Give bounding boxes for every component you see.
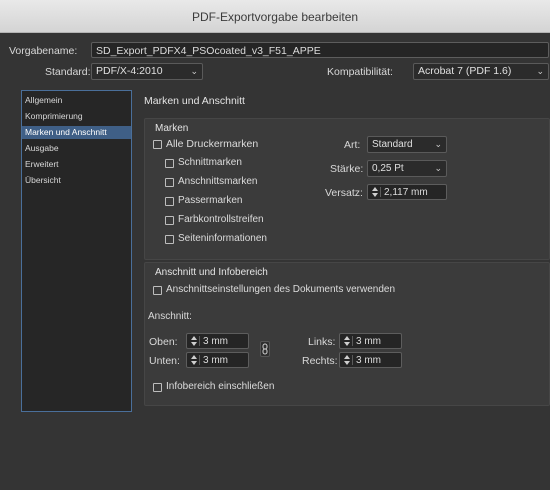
bleed-right-value: 3 mm — [356, 355, 381, 366]
stepper-divider — [199, 336, 200, 346]
include-slug-label: Infobereich einschließen — [166, 381, 275, 392]
registration-marks-label: Passermarken — [178, 195, 243, 206]
color-bars-label: Farbkontrollstreifen — [178, 214, 264, 225]
page-info-label: Seiteninformationen — [178, 233, 267, 244]
mark-type-label: Art: — [344, 139, 361, 151]
standard-label: Standard: — [45, 66, 91, 78]
compatibility-label: Kompatibilität: — [327, 66, 393, 78]
bleed-marks-label: Anschnittsmarken — [178, 176, 258, 187]
mark-weight-label: Stärke: — [330, 163, 364, 175]
mark-weight-select[interactable]: 0,25 Pt ⌄ — [367, 160, 447, 177]
page-info-checkbox[interactable] — [165, 235, 174, 244]
stepper-divider — [352, 336, 353, 346]
chevron-down-icon: ⌄ — [434, 139, 442, 149]
color-bars-checkbox[interactable] — [165, 216, 174, 225]
stepper-arrows-icon[interactable] — [190, 355, 198, 365]
preset-name-input[interactable]: SD_Export_PDFX4_PSOcoated_v3_F51_APPE — [91, 42, 549, 58]
use-document-bleed-checkbox[interactable] — [153, 286, 162, 295]
use-document-bleed-label: Anschnittseinstellungen des Dokuments ve… — [166, 284, 396, 295]
bleed-right-stepper[interactable]: 3 mm — [339, 352, 402, 368]
registration-marks-checkbox[interactable] — [165, 197, 174, 206]
sidebar-item-ausgabe[interactable]: Ausgabe — [22, 142, 131, 155]
bleed-top-label: Oben: — [149, 336, 178, 348]
bleed-left-value: 3 mm — [356, 336, 381, 347]
preset-name-label: Vorgabename: — [9, 45, 78, 57]
compatibility-select-value: Acrobat 7 (PDF 1.6) — [418, 65, 512, 77]
mark-type-value: Standard — [372, 139, 413, 150]
bleed-bottom-value: 3 mm — [203, 355, 228, 366]
sidebar-item-uebersicht[interactable]: Übersicht — [22, 174, 131, 187]
chevron-down-icon: ⌄ — [434, 163, 442, 173]
bleed-bottom-label: Unten: — [149, 355, 180, 367]
bleed-title: Anschnitt und Infobereich — [155, 267, 268, 278]
bleed-right-label: Rechts: — [302, 355, 338, 367]
link-chain-icon[interactable] — [260, 341, 270, 357]
crop-marks-checkbox[interactable] — [165, 159, 174, 168]
sidebar-nav: Allgemein Komprimierung Marken und Ansch… — [21, 90, 132, 412]
sidebar-item-komprimierung[interactable]: Komprimierung — [22, 110, 131, 123]
sidebar-item-erweitert[interactable]: Erweitert — [22, 158, 131, 171]
window-title: PDF-Exportvorgabe bearbeiten — [191, 10, 359, 24]
chevron-down-icon: ⌄ — [190, 66, 198, 76]
stepper-arrows-icon[interactable] — [343, 355, 351, 365]
bleed-left-label: Links: — [308, 336, 336, 348]
mark-offset-stepper[interactable]: 2,117 mm — [367, 184, 447, 200]
stepper-divider — [199, 355, 200, 365]
bleed-label: Anschnitt: — [148, 311, 192, 322]
stepper-arrows-icon[interactable] — [343, 336, 351, 346]
bleed-left-stepper[interactable]: 3 mm — [339, 333, 402, 349]
stepper-divider — [352, 355, 353, 365]
crop-marks-label: Schnittmarken — [178, 157, 242, 168]
standard-select[interactable]: PDF/X-4:2010 ⌄ — [91, 63, 203, 80]
sidebar-item-marken-und-anschnitt[interactable]: Marken und Anschnitt — [22, 126, 131, 139]
all-printer-marks-checkbox[interactable] — [153, 140, 162, 149]
marks-title: Marken — [155, 123, 189, 134]
mark-weight-value: 0,25 Pt — [372, 163, 404, 174]
compatibility-select[interactable]: Acrobat 7 (PDF 1.6) ⌄ — [413, 63, 549, 80]
stepper-arrows-icon[interactable] — [190, 336, 198, 346]
section-title: Marken und Anschnitt — [144, 95, 245, 107]
mark-offset-label: Versatz: — [325, 187, 363, 199]
bleed-bottom-stepper[interactable]: 3 mm — [186, 352, 249, 368]
stepper-arrows-icon[interactable] — [371, 187, 379, 197]
chevron-down-icon: ⌄ — [536, 66, 544, 76]
all-printer-marks-label: Alle Druckermarken — [166, 138, 259, 150]
stepper-divider — [380, 187, 381, 197]
include-slug-checkbox[interactable] — [153, 383, 162, 392]
bleed-marks-checkbox[interactable] — [165, 178, 174, 187]
sidebar-item-allgemein[interactable]: Allgemein — [22, 94, 131, 107]
mark-type-select[interactable]: Standard ⌄ — [367, 136, 447, 153]
mark-offset-value: 2,117 mm — [384, 187, 428, 198]
bleed-top-value: 3 mm — [203, 336, 228, 347]
standard-select-value: PDF/X-4:2010 — [96, 65, 163, 77]
bleed-top-stepper[interactable]: 3 mm — [186, 333, 249, 349]
